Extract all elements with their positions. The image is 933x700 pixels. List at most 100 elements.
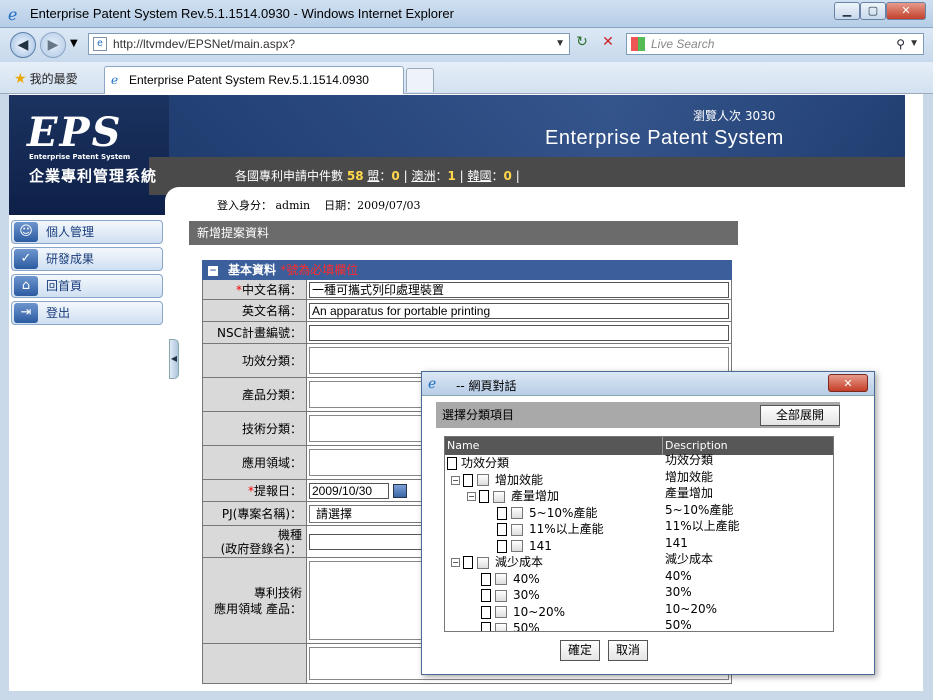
address-dropdown-icon[interactable]: ▼ <box>555 34 565 54</box>
tree-node-label: 50% <box>513 621 540 632</box>
document-icon <box>463 473 473 487</box>
tree-node-label: 10~20% <box>513 604 565 619</box>
tree-checkbox[interactable] <box>477 556 489 569</box>
minimize-icon: ▁ <box>842 4 852 17</box>
address-input[interactable]: e http://ltvmdev/EPSNet/main.aspx? ▼ <box>88 33 570 55</box>
tree-row: − 增加效能 增加效能 <box>445 469 833 489</box>
favorites-button[interactable]: ★ 我的最愛 <box>14 70 78 87</box>
window-frame-right <box>923 94 933 700</box>
category-dialog: ℯ -- 網頁對話 ✕ 選擇分類項目 全部展開 Name Description… <box>421 371 875 675</box>
calendar-icon[interactable] <box>393 483 407 498</box>
application-label: 專利技術 應用領域 產品： <box>203 558 307 643</box>
tree-node: 5~10%產能 <box>497 505 597 521</box>
window-frame-bottom <box>0 691 933 700</box>
minimize-button[interactable]: ▁ <box>834 2 860 20</box>
ie-icon: ℯ <box>428 376 437 392</box>
browser-tab[interactable]: ℯ Enterprise Patent System Rev.5.1.1514.… <box>104 66 404 94</box>
tree-checkbox[interactable] <box>495 573 507 585</box>
dialog-titlebar: ℯ -- 網頁對話 ✕ <box>422 372 874 396</box>
tree-checkbox[interactable] <box>511 540 523 552</box>
efficacy-field[interactable] <box>309 347 729 374</box>
tree-node-desc: 增加效能 <box>665 469 714 484</box>
pj-select[interactable]: 請選擇 <box>309 504 429 523</box>
tree-checkbox[interactable] <box>495 589 507 602</box>
window-title: Enterprise Patent System Rev.5.1.1514.09… <box>30 6 454 21</box>
visit-counter: 瀏覽人次 3030 <box>693 107 775 124</box>
section-header: 新增提案資料 <box>189 221 738 245</box>
nsc-cell <box>307 322 732 343</box>
tree-node-desc: 50% <box>665 618 692 632</box>
tree-checkbox[interactable] <box>511 507 523 519</box>
efficacy-label-text: 功效分類： <box>241 354 302 368</box>
cn-name-label-text: 中文名稱： <box>241 283 302 297</box>
back-button[interactable]: ◀ <box>10 32 36 58</box>
tree-node-label: 功效分類 <box>461 456 510 470</box>
stats-region-link[interactable]: 盟 <box>367 169 379 183</box>
stop-button[interactable]: ✕ <box>598 34 618 54</box>
menu-item-label: 登出 <box>46 306 71 320</box>
report-date-input[interactable]: 2009/10/30 <box>309 482 389 499</box>
collapse-node-icon[interactable]: − <box>451 475 460 485</box>
tree-checkbox[interactable] <box>495 622 507 631</box>
tree-node-label: 減少成本 <box>495 555 544 569</box>
ok-button[interactable]: 確定 <box>560 640 600 661</box>
nsc-label-text: NSC計畫編號： <box>217 326 302 340</box>
nsc-input[interactable] <box>309 324 729 341</box>
dialog-header-bar: 選擇分類項目 全部展開 <box>436 402 840 428</box>
tree-node-desc: 10~20% <box>665 601 717 616</box>
col-name-header: Name <box>445 437 663 455</box>
stats-prefix: 各國專利申請中件數 <box>235 169 344 183</box>
tree-row: − 減少成本 減少成本 <box>445 552 833 571</box>
document-icon <box>463 556 473 569</box>
tree-header: Name Description <box>445 437 833 455</box>
tree-node-label: 增加效能 <box>495 472 544 487</box>
maximize-button[interactable]: ▢ <box>860 2 886 20</box>
stats-region-link[interactable]: 澳洲 <box>411 169 435 183</box>
tree-checkbox[interactable] <box>495 606 507 618</box>
close-button[interactable]: ✕ <box>886 2 926 20</box>
collapse-node-icon[interactable]: − <box>467 492 476 501</box>
stats-region-link[interactable]: 韓國 <box>468 169 492 183</box>
stats-region-count: 0 <box>503 169 512 183</box>
new-tab-button[interactable] <box>406 68 434 92</box>
cancel-button[interactable]: 取消 <box>608 640 648 661</box>
tree-node-label: 30% <box>513 588 540 602</box>
menu-item-personal[interactable]: ☺ 個人管理 <box>11 220 163 244</box>
login-info: 登入身分： admin 日期：2009/07/03 <box>217 197 421 213</box>
tree-node: 50% <box>481 620 540 632</box>
tree-node-desc: 減少成本 <box>665 552 714 566</box>
tree-node-desc: 功效分類 <box>665 453 714 467</box>
refresh-button[interactable]: ↻ <box>572 34 592 54</box>
tree-node-desc: 141 <box>665 535 688 550</box>
favorites-bar: ★ 我的最愛 ℯ Enterprise Patent System Rev.5.1… <box>0 62 933 94</box>
collapse-section-icon[interactable]: − <box>208 265 218 276</box>
expand-all-button[interactable]: 全部展開 <box>760 405 840 426</box>
forward-button[interactable]: ▶ <box>40 32 66 58</box>
menu-item-rd-results[interactable]: ✓ 研發成果 <box>11 247 163 271</box>
person-icon: ☺ <box>14 222 38 242</box>
en-name-label: 英文名稱： <box>203 300 307 321</box>
dialog-close-button[interactable]: ✕ <box>828 374 868 392</box>
search-dropdown-icon[interactable]: ▼ <box>909 34 919 54</box>
banner-swoosh <box>169 95 905 165</box>
product-label-text: 產品分類： <box>241 388 302 402</box>
forward-arrow-icon: ▶ <box>47 37 59 53</box>
cn-name-input[interactable]: 一種可攜式列印處理裝置 <box>309 281 729 298</box>
collapse-node-icon[interactable]: − <box>451 558 460 567</box>
stats-region-count: 0 <box>391 169 400 183</box>
tree-checkbox[interactable] <box>493 490 505 503</box>
logo-subtitle: Enterprise Patent System <box>29 153 131 161</box>
en-name-input[interactable]: An apparatus for portable printing <box>309 302 729 319</box>
tree-row: 11%以上產能 11%以上產能 <box>445 519 833 538</box>
menu-item-home[interactable]: ⌂ 回首頁 <box>11 274 163 298</box>
tree-checkbox[interactable] <box>477 474 489 486</box>
history-dropdown-icon[interactable]: ▼ <box>70 38 78 49</box>
required-note: *號為必填欄位 <box>280 263 359 277</box>
close-icon: ✕ <box>901 4 911 17</box>
tree-checkbox[interactable] <box>511 523 523 536</box>
menu-item-logout[interactable]: ⇥ 登出 <box>11 301 163 325</box>
search-input[interactable]: Live Search ⚲ ▼ <box>626 33 924 55</box>
search-icon[interactable]: ⚲ <box>896 34 905 54</box>
cn-name-cell: 一種可攜式列印處理裝置 <box>307 280 732 299</box>
collapse-menu-button[interactable]: ◀ <box>169 339 179 379</box>
